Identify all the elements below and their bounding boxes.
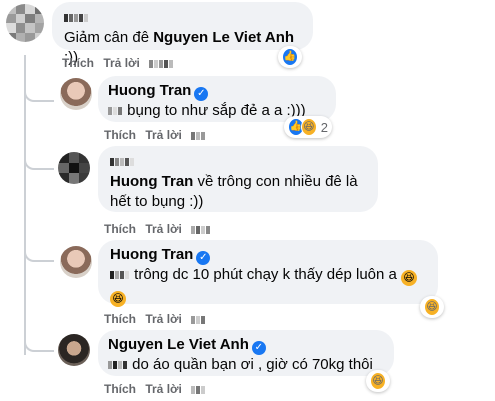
reaction-summary[interactable]: 😆 [366, 370, 390, 392]
like-button[interactable]: Thích [104, 128, 136, 142]
comment-bubble: Huong Tran ✓ trông dc 10 phút chạy k thấy… [98, 240, 438, 307]
mention-blurred[interactable] [108, 101, 123, 121]
timestamp-blurred [149, 57, 174, 71]
timestamp-blurred [191, 383, 206, 397]
verified-badge-icon: ✓ [194, 87, 209, 101]
comment-actions: Thích Trả lời [104, 312, 212, 327]
like-button[interactable]: Thích [62, 56, 94, 70]
comment-text: trông dc 10 phút chạy k thấy dép luôn a … [110, 265, 426, 286]
author-name-blurred[interactable] [110, 152, 135, 172]
comment-author[interactable]: Huong Tran ✓ [108, 81, 326, 101]
thread-elbow [24, 320, 54, 352]
comment-author[interactable] [64, 8, 301, 28]
thread-elbow [24, 60, 54, 102]
avatar[interactable] [60, 78, 92, 110]
reaction-summary[interactable]: 👍 😆 2 [284, 116, 332, 138]
avatar[interactable] [60, 246, 92, 278]
like-button[interactable]: Thích [104, 382, 136, 396]
avatar[interactable] [6, 4, 44, 42]
haha-icon: 😆 [424, 298, 440, 316]
comment-actions: Thích Trả lời [104, 382, 212, 397]
mention-link[interactable]: Huong Tran [110, 173, 193, 190]
comment-bubble: Huong Tran về trông con nhiều đê là hết … [98, 146, 378, 212]
timestamp-blurred [191, 223, 211, 237]
mention-blurred[interactable] [110, 265, 130, 285]
comment-author[interactable]: Nguyen Le Viet Anh ✓ [108, 335, 384, 355]
reply-button[interactable]: Trả lời [145, 312, 182, 326]
comment-actions: Thích Trả lời [104, 128, 212, 143]
comment-author[interactable]: Huong Tran ✓ [110, 245, 426, 265]
timestamp-blurred [191, 129, 206, 143]
reply-button[interactable]: Trả lời [145, 128, 182, 142]
reaction-summary[interactable]: 😆 [420, 296, 444, 318]
timestamp-blurred [191, 313, 206, 327]
like-button[interactable]: Thích [104, 222, 136, 236]
thread-line [24, 55, 26, 355]
thread-elbow [24, 140, 54, 170]
comment-text: do áo quần bạn ơi , giờ có 70kg thôi [108, 355, 384, 375]
reply-button[interactable]: Trả lời [103, 56, 140, 70]
comment-bubble: Giảm cân đê Nguyen Le Viet Anh :)) [52, 2, 313, 66]
comment-author[interactable] [110, 152, 366, 172]
laughing-emoji-icon: 😆 [401, 270, 418, 286]
mention-link[interactable]: Nguyen Le Viet Anh [153, 29, 294, 46]
haha-icon: 😆 [300, 118, 317, 136]
reply-button[interactable]: Trả lời [145, 222, 182, 236]
verified-badge-icon: ✓ [251, 341, 266, 355]
comment-text: Huong Tran về trông con nhiều đê là hết … [110, 173, 358, 211]
thread-elbow [24, 230, 54, 262]
like-button[interactable]: Thích [104, 312, 136, 326]
mention-blurred[interactable] [108, 355, 128, 375]
avatar[interactable] [58, 152, 90, 184]
laughing-emoji-icon: 😆 [110, 291, 126, 307]
haha-icon: 😆 [370, 372, 386, 390]
avatar[interactable] [58, 334, 90, 366]
comment-actions: Thích Trả lời [62, 56, 180, 71]
reply-button[interactable]: Trả lời [145, 382, 182, 396]
comment-actions: Thích Trả lời [104, 222, 217, 237]
like-icon: 👍 [282, 48, 298, 66]
comment-bubble: Nguyen Le Viet Anh ✓ do áo quần bạn ơi , … [98, 330, 394, 376]
verified-badge-icon: ✓ [196, 251, 211, 265]
reaction-count: 2 [320, 119, 328, 135]
reaction-summary[interactable]: 👍 [278, 46, 302, 68]
author-name-blurred[interactable] [64, 8, 89, 28]
